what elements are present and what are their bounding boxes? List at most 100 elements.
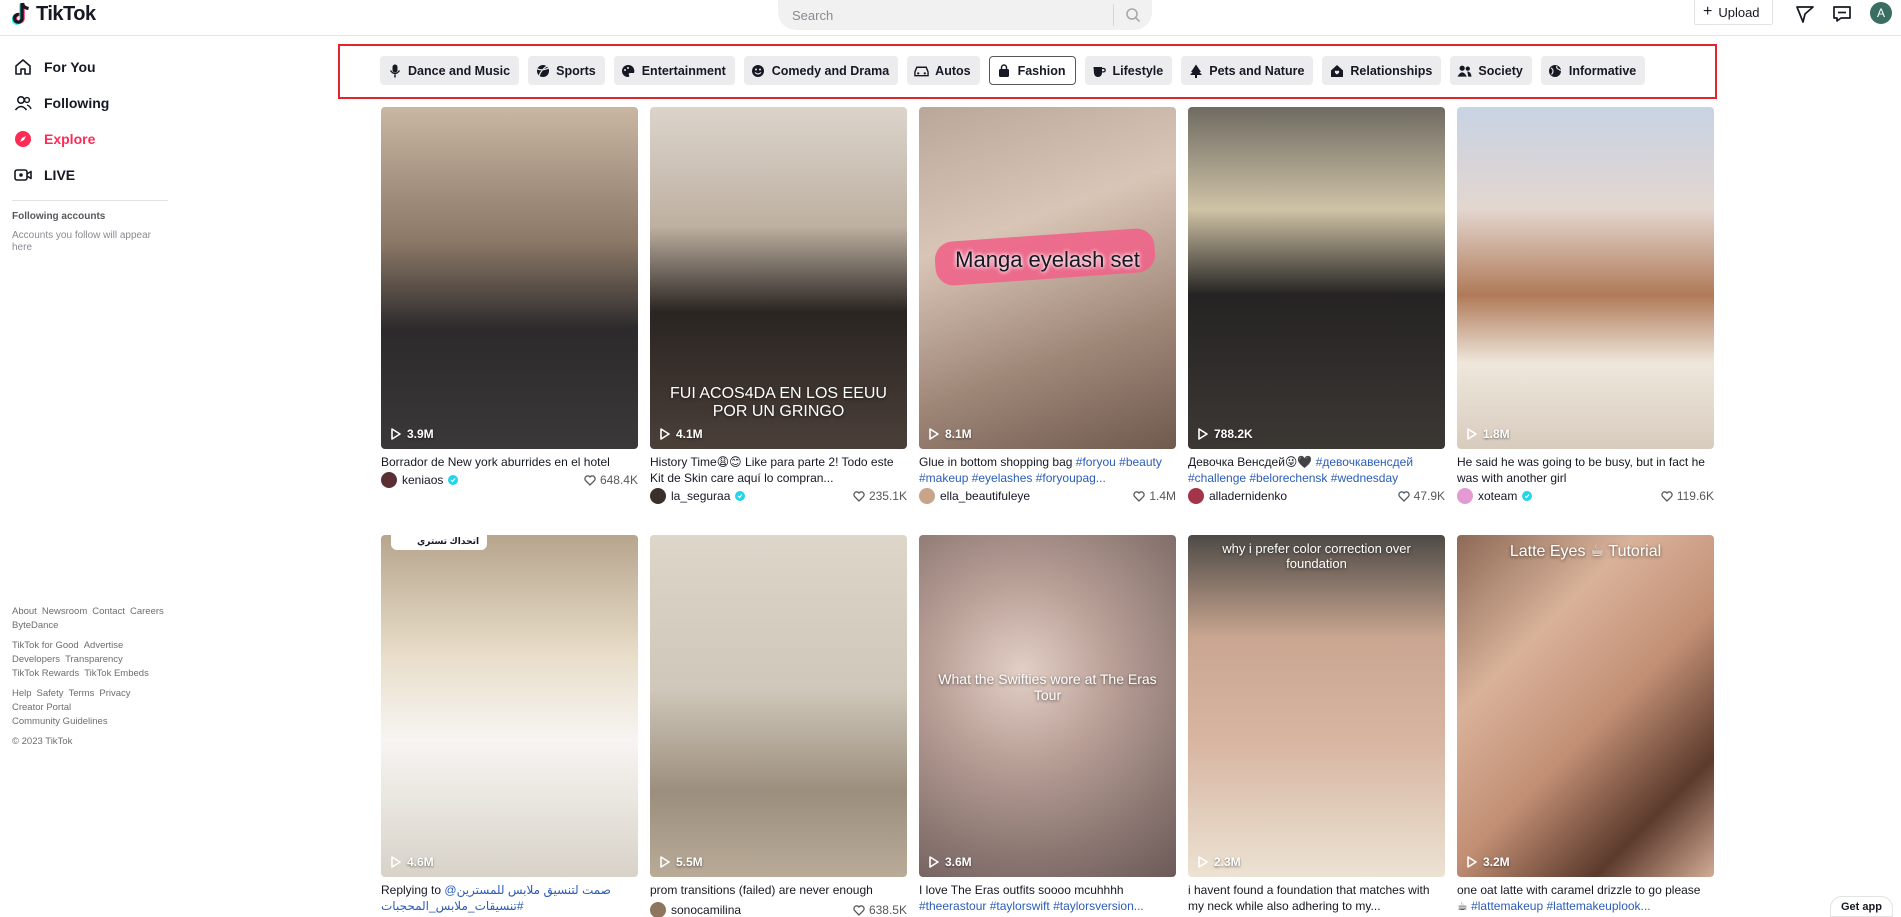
video-description[interactable]: Девочка Венсдей😜🖤 #девочкавенсдей #chall… bbox=[1188, 454, 1445, 486]
tiktok-note-icon bbox=[12, 2, 29, 25]
profile-avatar[interactable]: A bbox=[1870, 2, 1892, 24]
footer-link[interactable]: Contact bbox=[92, 606, 125, 617]
video-description[interactable]: He said he was going to be busy, but in … bbox=[1457, 454, 1714, 486]
video-meta: keniaos 648.4K bbox=[381, 470, 638, 490]
author-link[interactable]: ella_beautifuleye bbox=[919, 488, 1030, 504]
footer-link[interactable]: Developers bbox=[12, 654, 60, 665]
author-link[interactable]: alladernidenko bbox=[1188, 488, 1287, 504]
video-card[interactable]: What the Swifties wore at The Eras Tour … bbox=[919, 535, 1176, 914]
avatar bbox=[919, 488, 935, 504]
video-card[interactable]: 5.5M prom transitions (failed) are never… bbox=[650, 535, 907, 917]
avatar bbox=[1457, 488, 1473, 504]
video-card[interactable]: 788.2K Девочка Венсдей😜🖤 #девочкавенсдей… bbox=[1188, 107, 1445, 506]
sports-icon bbox=[535, 63, 550, 78]
like-count: 648.4K bbox=[584, 473, 638, 487]
likes-text: 638.5K bbox=[868, 903, 907, 917]
sidebar-divider bbox=[12, 200, 168, 201]
footer-link[interactable]: Terms bbox=[68, 688, 94, 699]
video-thumbnail[interactable]: Latte Eyes ☕ Tutorial 3.2M bbox=[1457, 535, 1714, 877]
footer-link[interactable]: ByteDance bbox=[12, 620, 58, 631]
footer-link[interactable]: About bbox=[12, 606, 37, 617]
microphone-icon bbox=[387, 63, 402, 78]
category-society[interactable]: Society bbox=[1450, 56, 1532, 85]
video-card[interactable]: Latte Eyes ☕ Tutorial 3.2M one oat latte… bbox=[1457, 535, 1714, 914]
author-link[interactable]: xoteam bbox=[1457, 488, 1533, 504]
hashtags[interactable]: #lattemakeup #lattemakeuplook... bbox=[1471, 899, 1650, 913]
category-comedy-and-drama[interactable]: Comedy and Drama bbox=[743, 56, 899, 85]
play-icon bbox=[1198, 428, 1208, 440]
footer-link[interactable]: Transparency bbox=[65, 654, 123, 665]
video-card[interactable]: FUI ACOS4DA EN LOS EEUU POR UN GRINGO 4.… bbox=[650, 107, 907, 506]
author-name: xoteam bbox=[1478, 489, 1518, 503]
footer-link[interactable]: TikTok Embeds bbox=[84, 668, 149, 679]
nav-live[interactable]: LIVE bbox=[14, 166, 75, 184]
footer-link[interactable]: Community Guidelines bbox=[12, 716, 108, 727]
video-thumbnail[interactable]: 5.5M bbox=[650, 535, 907, 877]
upload-button[interactable]: + Upload bbox=[1694, 0, 1773, 25]
play-icon bbox=[660, 856, 670, 868]
video-description[interactable]: Glue in bottom shopping bag #foryou #bea… bbox=[919, 454, 1176, 486]
video-meta: sonocamilina 638.5K bbox=[650, 900, 907, 917]
author-link[interactable]: sonocamilina bbox=[650, 902, 741, 917]
footer-link[interactable]: TikTok for Good bbox=[12, 640, 79, 651]
footer-link[interactable]: Help bbox=[12, 688, 32, 699]
view-count: 1.8M bbox=[1467, 427, 1510, 441]
category-relationships[interactable]: Relationships bbox=[1322, 56, 1442, 85]
footer-link[interactable]: Creator Portal bbox=[12, 702, 71, 713]
video-thumbnail[interactable]: اتحداك تستري 4.6M bbox=[381, 535, 638, 877]
video-thumbnail[interactable]: Manga eyelash set 8.1M bbox=[919, 107, 1176, 449]
category-autos[interactable]: Autos bbox=[907, 56, 980, 85]
category-dance-and-music[interactable]: Dance and Music bbox=[380, 56, 520, 85]
video-card[interactable]: اتحداك تستري 4.6M Replying to @صمت لتنسي… bbox=[381, 535, 638, 914]
category-pets-and-nature[interactable]: Pets and Nature bbox=[1181, 56, 1314, 85]
tiktok-logo[interactable]: TikTok bbox=[12, 2, 96, 26]
category-sports[interactable]: Sports bbox=[528, 56, 605, 85]
video-description[interactable]: History Time😩😊 Like para parte 2! Todo e… bbox=[650, 454, 907, 486]
footer-link[interactable]: Careers bbox=[130, 606, 164, 617]
category-informative[interactable]: Informative bbox=[1540, 56, 1646, 85]
video-thumbnail[interactable]: 3.9M bbox=[381, 107, 638, 449]
video-thumbnail[interactable]: 1.8M bbox=[1457, 107, 1714, 449]
video-thumbnail[interactable]: 788.2K bbox=[1188, 107, 1445, 449]
nav-explore[interactable]: Explore bbox=[14, 130, 95, 148]
nav-label: For You bbox=[44, 59, 96, 75]
search-input[interactable] bbox=[778, 0, 1113, 30]
video-description[interactable]: I love The Eras outfits soooo mcuhhhh #t… bbox=[919, 882, 1176, 914]
category-fashion[interactable]: Fashion bbox=[988, 56, 1076, 85]
play-icon bbox=[391, 428, 401, 440]
video-description[interactable]: i havent found a foundation that matches… bbox=[1188, 882, 1445, 914]
desc-text: Replying to bbox=[381, 883, 445, 897]
category-lifestyle[interactable]: Lifestyle bbox=[1084, 56, 1173, 85]
footer-links-3: Developers Transparency bbox=[12, 654, 123, 665]
video-card[interactable]: 3.9M Borrador de New york aburrides en e… bbox=[381, 107, 638, 490]
search-button[interactable] bbox=[1114, 0, 1152, 30]
footer-link[interactable]: Safety bbox=[37, 688, 64, 699]
like-count: 638.5K bbox=[853, 903, 907, 917]
like-count: 1.4M bbox=[1133, 489, 1176, 503]
video-thumbnail[interactable]: What the Swifties wore at The Eras Tour … bbox=[919, 535, 1176, 877]
video-card[interactable]: why i prefer color correction over found… bbox=[1188, 535, 1445, 914]
nav-for-you[interactable]: For You bbox=[14, 58, 96, 76]
footer-link[interactable]: Advertise bbox=[84, 640, 124, 651]
desc-text: History Time😩😊 Like para parte 2! Todo e… bbox=[650, 455, 894, 485]
footer-link[interactable]: TikTok Rewards bbox=[12, 668, 79, 679]
author-link[interactable]: la_seguraa bbox=[650, 488, 746, 504]
footer-link[interactable]: Newsroom bbox=[42, 606, 87, 617]
footer-links-1b: ByteDance bbox=[12, 620, 58, 631]
explore-icon bbox=[14, 130, 32, 148]
hashtags[interactable]: #theerastour #taylorswift #taylorsversio… bbox=[919, 899, 1144, 913]
nav-following[interactable]: Following bbox=[14, 94, 109, 112]
video-description[interactable]: Replying to @صمت لتنسيق ملابس للمسترين #… bbox=[381, 882, 638, 914]
video-card[interactable]: Manga eyelash set 8.1M Glue in bottom sh… bbox=[919, 107, 1176, 506]
inbox-icon[interactable] bbox=[1831, 3, 1853, 25]
send-icon[interactable] bbox=[1794, 3, 1816, 25]
video-description[interactable]: one oat latte with caramel drizzle to go… bbox=[1457, 882, 1714, 914]
category-entertainment[interactable]: Entertainment bbox=[613, 56, 735, 85]
video-card[interactable]: 1.8M He said he was going to be busy, bu… bbox=[1457, 107, 1714, 506]
video-thumbnail[interactable]: FUI ACOS4DA EN LOS EEUU POR UN GRINGO 4.… bbox=[650, 107, 907, 449]
author-link[interactable]: keniaos bbox=[381, 472, 459, 488]
get-app-button[interactable]: Get app bbox=[1830, 896, 1893, 917]
view-count: 3.9M bbox=[391, 427, 434, 441]
video-thumbnail[interactable]: why i prefer color correction over found… bbox=[1188, 535, 1445, 877]
footer-link[interactable]: Privacy bbox=[99, 688, 130, 699]
